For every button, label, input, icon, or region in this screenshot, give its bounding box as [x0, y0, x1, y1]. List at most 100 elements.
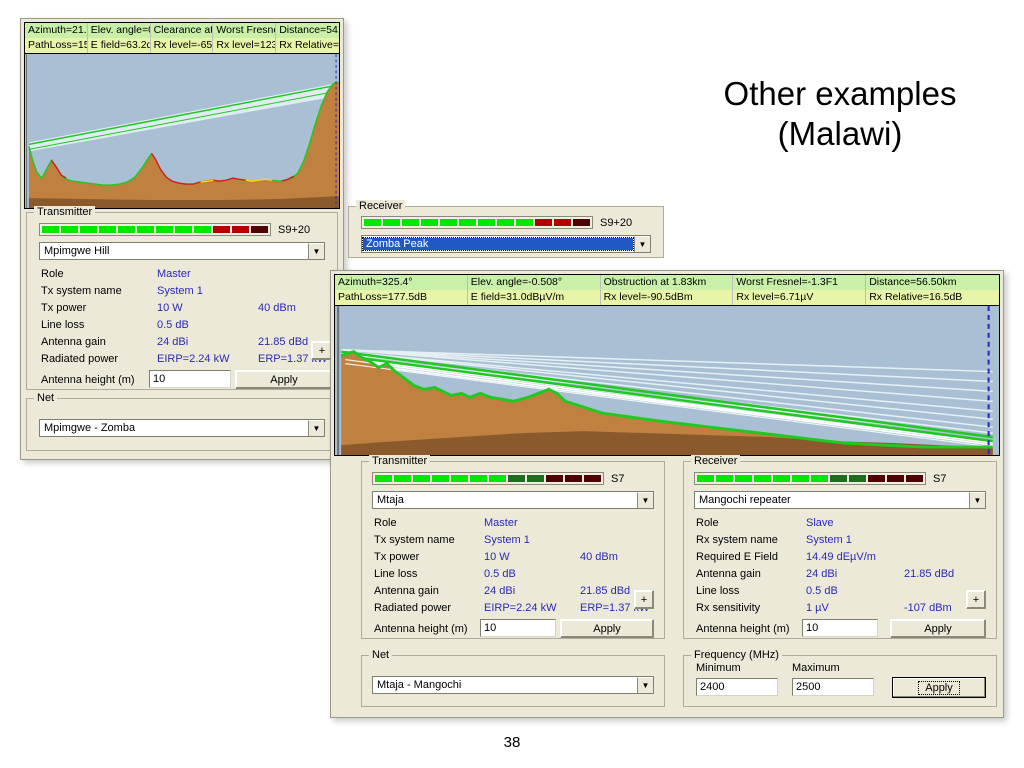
rx-antenna-gain-dbd-value: 21.85 dBd — [904, 568, 955, 580]
rx-antenna-gain-dbi-value: 24 dBi — [806, 568, 838, 580]
receiver-group-label-1: Receiver — [356, 200, 406, 212]
rx-site-combo-1[interactable]: Zomba Peak ▼ — [361, 235, 651, 253]
tx-field-list-2: Role Master Tx system name System 1 Tx p… — [374, 517, 656, 619]
rx-field-row: Rx sensitivity 1 µV -107 dBm — [696, 602, 988, 619]
rx-system-name-value: System 1 — [806, 534, 852, 546]
rx-system-name-label: Rx system name — [696, 534, 778, 546]
meter-segment — [811, 475, 828, 482]
rx-antenna-gain-plus-button-2[interactable]: + — [966, 590, 986, 609]
chevron-down-icon[interactable]: ▼ — [969, 492, 985, 508]
tx-antenna-height-input-1[interactable] — [149, 370, 231, 388]
net-value-1: Mpimgwe - Zomba — [44, 422, 136, 434]
frequency-max-input[interactable] — [792, 678, 874, 696]
meter-segment — [489, 475, 506, 482]
meter-segment — [754, 475, 771, 482]
tx-field-row: Radiated power EIRP=2.24 kW ERP=1.37 kW — [41, 353, 327, 370]
meter-segment — [527, 475, 544, 482]
meter-segment — [565, 475, 582, 482]
meter-segment — [554, 219, 571, 226]
frequency-apply-label: Apply — [918, 680, 960, 695]
tx-antenna-height-input-2[interactable] — [480, 619, 556, 637]
tx-power-label: Tx power — [374, 551, 420, 563]
chevron-down-icon[interactable]: ▼ — [308, 243, 324, 259]
meter-segment — [213, 226, 230, 233]
tx-field-row: Antenna gain 24 dBi 21.85 dBd — [41, 336, 327, 353]
info-cell-pathloss: PathLoss=152.2dB — [25, 38, 88, 53]
tx-eirp-value: EIRP=2.24 kW — [484, 602, 557, 614]
frequency-max-label: Maximum — [792, 662, 840, 674]
rx-line-loss-label: Line loss — [696, 585, 740, 597]
info-cell-efield: E field=63.2dBµV/m — [87, 38, 151, 53]
tx-signal-strength-label-2: S7 — [611, 472, 625, 485]
rx-signal-meter-bar-2 — [694, 472, 926, 485]
info-cell-elev-angle: Elev. angle=0.396° — [88, 23, 151, 38]
chevron-down-icon[interactable]: ▼ — [637, 492, 653, 508]
page-number: 38 — [503, 734, 521, 751]
frequency-group-label: Frequency (MHz) — [691, 649, 782, 661]
rx-field-row: Required E Field 14.49 dEµV/m — [696, 551, 988, 568]
rx-apply-button-2[interactable]: Apply — [890, 619, 986, 638]
meter-segment — [830, 475, 847, 482]
meter-segment — [906, 475, 923, 482]
info-cell-worst-fresnel: Worst Fresnel=-1.3F1 — [733, 275, 867, 290]
tx-line-loss-label: Line loss — [374, 568, 418, 580]
rx-apply-label-2: Apply — [924, 622, 952, 635]
info-cell-distance: Distance=54.81km — [279, 24, 339, 36]
meter-segment — [887, 475, 904, 482]
meter-segment — [508, 475, 525, 482]
rx-antenna-height-input-2[interactable] — [802, 619, 878, 637]
tx-antenna-gain-plus-button-2[interactable]: + — [634, 590, 654, 609]
tx-role-value: Master — [157, 268, 191, 280]
chevron-down-icon[interactable]: ▼ — [308, 420, 324, 436]
tx-power-value: 10 W — [157, 302, 183, 314]
tx-field-row: Radiated power EIRP=2.24 kW ERP=1.37 kW — [374, 602, 656, 619]
tx-antenna-gain-dbd-value: 21.85 dBd — [580, 585, 631, 597]
transmitter-group-1: Transmitter S9+20 Mpimgwe Hill ▼ Role Ma… — [26, 206, 338, 390]
tx-site-combo-1[interactable]: Mpimgwe Hill ▼ — [39, 242, 325, 260]
info-cell-distance: Distance=56.50km — [869, 276, 957, 288]
tx-site-value-1: Mpimgwe Hill — [44, 245, 110, 257]
tx-antenna-gain-label: Antenna gain — [41, 336, 106, 348]
chevron-down-icon[interactable]: ▼ — [637, 677, 653, 693]
tx-line-loss-label: Line loss — [41, 319, 85, 331]
tx-antenna-gain-label: Antenna gain — [374, 585, 439, 597]
net-group-label-1: Net — [34, 392, 58, 404]
net-combo-1[interactable]: Mpimgwe - Zomba ▼ — [39, 419, 325, 437]
meter-segment — [251, 226, 268, 233]
frequency-min-label: Minimum — [696, 662, 741, 674]
net-combo-2[interactable]: Mtaja - Mangochi ▼ — [372, 676, 654, 694]
transmitter-group-label-2: Transmitter — [369, 455, 431, 467]
chevron-down-icon[interactable]: ▼ — [634, 236, 650, 252]
info-cell-pathloss: PathLoss=177.5dB — [335, 290, 468, 305]
info-cell-rx-level-uv: Rx level=6.71µV — [733, 290, 867, 305]
tx-apply-button-1[interactable]: Apply — [235, 370, 333, 389]
tx-signal-meter-bar-2 — [372, 472, 604, 485]
tx-field-row: Tx power 10 W 40 dBm — [41, 302, 327, 319]
rx-site-combo-2[interactable]: Mangochi repeater ▼ — [694, 491, 986, 509]
meter-segment — [459, 219, 476, 226]
info-cell-rx-level-dbm: Rx level=-65.2dBm — [150, 38, 214, 53]
rx-signal-strength-label-1: S9+20 — [600, 216, 633, 229]
tx-signal-meter-2: S7 — [372, 472, 624, 485]
rx-sensitivity-dbm-value: -107 dBm — [904, 602, 952, 614]
receiver-group-label-2: Receiver — [691, 455, 741, 467]
meter-segment — [773, 475, 790, 482]
page-title: Other examples (Malawi) — [664, 74, 1016, 154]
meter-segment — [432, 475, 449, 482]
tx-apply-button-2[interactable]: Apply — [560, 619, 654, 638]
meter-segment — [375, 475, 392, 482]
meter-segment — [175, 226, 192, 233]
meter-segment — [413, 475, 430, 482]
frequency-min-input[interactable] — [696, 678, 778, 696]
tx-role-label: Role — [374, 517, 397, 529]
page-title-line2: (Malawi) — [777, 115, 903, 152]
info-cell-rx-level-uv: Rx level=123.03µV — [213, 38, 277, 53]
frequency-apply-button[interactable]: Apply — [892, 677, 986, 698]
tx-site-combo-2[interactable]: Mtaja ▼ — [372, 491, 654, 509]
rx-signal-strength-label-2: S7 — [933, 472, 947, 485]
rx-plus-label-2: + — [972, 593, 980, 606]
tx-line-loss-value: 0.5 dB — [484, 568, 516, 580]
meter-segment — [99, 226, 116, 233]
info-cell-worst-fresnel: Worst Fresnel=9.3F1 — [213, 23, 277, 38]
rx-signal-meter-2: S7 — [694, 472, 946, 485]
